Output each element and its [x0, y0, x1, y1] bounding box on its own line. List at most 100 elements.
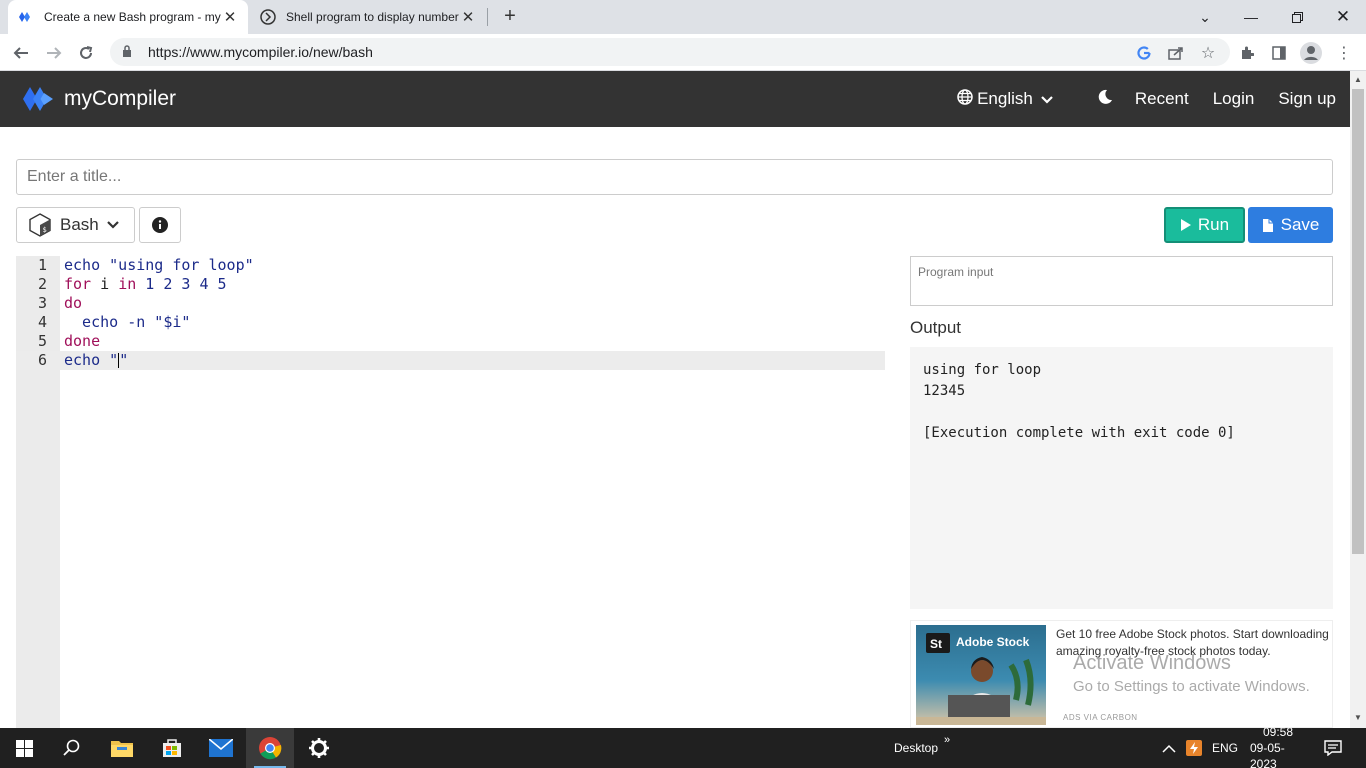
chevron-down-icon	[106, 221, 119, 229]
brand-name: myCompiler	[64, 87, 177, 110]
recent-link[interactable]: Recent	[1135, 89, 1189, 109]
mail-icon[interactable]	[197, 728, 245, 768]
minimize-icon[interactable]: —	[1228, 0, 1274, 34]
input-language[interactable]: ENG	[1212, 728, 1238, 768]
start-windows-icon[interactable]	[0, 728, 48, 768]
site-favicon-icon	[260, 9, 276, 25]
code-editor[interactable]: 1 echo "using for loop" 2 for i in 1 2 3…	[16, 256, 885, 728]
code-text: do	[64, 294, 83, 312]
profile-avatar-icon[interactable]	[1300, 42, 1322, 64]
address-bar[interactable]: https://www.mycompiler.io/new/bash	[110, 38, 1230, 66]
back-arrow-icon[interactable]	[8, 40, 34, 66]
search-icon[interactable]	[48, 728, 96, 768]
line-number: 2	[37, 275, 47, 293]
menu-kebab-icon[interactable]: ⋮	[1333, 42, 1355, 64]
code-text: for i in 1 2 3 4 5	[64, 275, 227, 293]
new-tab-icon[interactable]: +	[498, 5, 522, 28]
code-line[interactable]: 5 done	[16, 332, 885, 351]
language-select-label: Bash	[60, 215, 99, 234]
close-window-icon[interactable]: ✕	[1320, 0, 1366, 34]
scroll-down-icon[interactable]: ▼	[1354, 713, 1362, 722]
extensions-icon[interactable]	[1236, 42, 1258, 64]
browser-toolbar: https://www.mycompiler.io/new/bash ☆ ⋮	[0, 34, 1366, 71]
forward-arrow-icon[interactable]	[41, 40, 67, 66]
signup-link[interactable]: Sign up	[1278, 89, 1336, 109]
desktop-label: Desktop	[894, 741, 939, 755]
scroll-up-icon[interactable]: ▲	[1354, 75, 1362, 84]
language-label: English	[977, 89, 1033, 108]
restore-icon[interactable]	[1274, 0, 1320, 34]
share-icon[interactable]	[1165, 42, 1187, 64]
line-number: 4	[37, 313, 47, 331]
line-number: 1	[37, 256, 47, 274]
ads-via-carbon[interactable]: ADS VIA CARBON	[1063, 713, 1138, 722]
run-button[interactable]: Run	[1164, 207, 1245, 243]
bookmark-star-icon[interactable]: ☆	[1197, 42, 1219, 64]
site-logo[interactable]: myCompiler	[22, 85, 176, 113]
settings-gear-icon[interactable]	[295, 728, 343, 768]
tab-separator	[487, 8, 488, 26]
code-text: echo -n "$i"	[64, 313, 191, 331]
chrome-taskbar-icon[interactable]	[246, 728, 294, 768]
mycompiler-logo-icon	[22, 85, 54, 113]
ad-brand: Adobe Stock	[956, 635, 1030, 649]
close-tab-icon[interactable]: ✕	[460, 8, 476, 26]
tray-app-icon[interactable]	[1186, 728, 1202, 768]
activate-windows-watermark: Activate Windows Go to Settings to activ…	[1073, 652, 1310, 695]
svg-text:St: St	[930, 637, 942, 651]
code-text: done	[64, 332, 101, 350]
code-line-current[interactable]: 6 echo ""	[16, 351, 885, 370]
run-label: Run	[1197, 215, 1230, 234]
line-number: 6	[37, 351, 47, 369]
language-dropdown[interactable]: English	[957, 88, 1053, 110]
code-text: echo ""	[64, 351, 129, 369]
language-select[interactable]: $ Bash	[16, 207, 135, 243]
header-nav: English Recent Login Sign up	[933, 71, 1336, 127]
title-input[interactable]	[16, 159, 1333, 195]
microsoft-store-icon[interactable]	[148, 728, 196, 768]
clock[interactable]: 09:58 09-05-2023	[1250, 725, 1306, 768]
side-panel-icon[interactable]	[1268, 42, 1290, 64]
program-input[interactable]	[910, 256, 1333, 306]
url-text: https://www.mycompiler.io/new/bash	[148, 44, 373, 60]
bash-icon: $	[29, 213, 51, 237]
code-line[interactable]: 1 echo "using for loop"	[16, 256, 885, 275]
globe-icon	[957, 88, 973, 110]
dark-mode-toggle[interactable]	[1097, 89, 1113, 110]
info-button[interactable]	[139, 207, 181, 243]
moon-icon	[1097, 89, 1113, 110]
line-number: 5	[37, 332, 47, 350]
output-heading: Output	[910, 318, 962, 337]
tab-mycompiler[interactable]: Create a new Bash program - my ✕	[8, 0, 248, 34]
mycompiler-favicon-icon	[18, 9, 34, 25]
code-line[interactable]: 3 do	[16, 294, 885, 313]
file-explorer-icon[interactable]	[98, 728, 146, 768]
chevron-down-icon	[1041, 89, 1053, 109]
chevron-down-icon[interactable]: ⌄	[1182, 0, 1228, 34]
save-button[interactable]: Save	[1248, 207, 1333, 243]
code-line[interactable]: 2 for i in 1 2 3 4 5	[16, 275, 885, 294]
browser-tab-bar: Create a new Bash program - my ✕ Shell p…	[0, 0, 1366, 34]
login-link[interactable]: Login	[1213, 89, 1255, 109]
code-line[interactable]: 4 echo -n "$i"	[16, 313, 885, 332]
watermark-title: Activate Windows	[1073, 652, 1231, 674]
lock-icon	[122, 44, 140, 60]
file-icon	[1262, 218, 1274, 233]
notifications-icon[interactable]	[1324, 728, 1342, 768]
desktop-toolbar[interactable]: Desktop »	[894, 728, 950, 768]
chevron-right-double-icon: »	[944, 734, 951, 746]
ad-image[interactable]: St Adobe Stock	[916, 625, 1046, 725]
show-hidden-icons-icon[interactable]	[1162, 728, 1176, 768]
close-tab-icon[interactable]: ✕	[222, 8, 238, 26]
google-icon[interactable]	[1133, 42, 1155, 64]
windows-taskbar: Desktop » ENG 09:58 09-05-2023	[0, 725, 1366, 768]
play-icon	[1180, 218, 1192, 232]
watermark-subtitle: Go to Settings to activate Windows.	[1073, 678, 1310, 695]
clock-date: 09-05-2023	[1250, 741, 1285, 768]
page-scrollbar[interactable]: ▲ ▼	[1350, 71, 1366, 728]
svg-text:$: $	[43, 226, 47, 234]
reload-icon[interactable]	[73, 40, 99, 66]
line-number: 3	[37, 294, 47, 312]
scrollbar-thumb[interactable]	[1352, 89, 1364, 554]
tab-shell-program[interactable]: Shell program to display number ✕	[250, 0, 486, 34]
